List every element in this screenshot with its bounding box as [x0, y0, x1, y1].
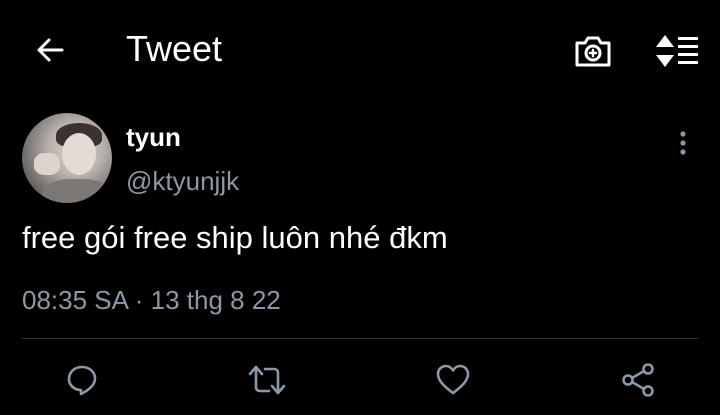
more-vertical-icon [680, 131, 686, 155]
avatar-hand [34, 153, 60, 175]
top-bar: Tweet [0, 0, 720, 100]
page-title: Tweet [126, 28, 223, 69]
arrow-left-icon [37, 38, 64, 62]
sort-icon [656, 35, 698, 67]
tweet-text: free gói free ship luôn nhé đkm [22, 220, 448, 255]
back-button[interactable] [30, 30, 70, 70]
retweet-button[interactable] [242, 355, 292, 405]
like-button[interactable] [428, 355, 478, 405]
sort-button[interactable] [652, 30, 702, 72]
avatar-face [62, 133, 96, 175]
share-icon [622, 363, 654, 397]
display-name[interactable]: tyun [126, 122, 181, 153]
avatar-shirt [42, 179, 112, 203]
retweet-icon [248, 365, 286, 395]
divider [22, 338, 698, 339]
user-handle[interactable]: @ktyunjjk [126, 166, 239, 197]
share-button[interactable] [613, 355, 663, 405]
camera-icon [575, 36, 611, 67]
reply-button[interactable] [57, 355, 107, 405]
camera-button[interactable] [572, 30, 614, 72]
action-bar [0, 355, 720, 405]
reply-icon [67, 365, 97, 396]
heart-icon [436, 364, 470, 395]
more-options-button[interactable] [668, 128, 698, 158]
avatar[interactable] [22, 113, 112, 203]
tweet-timestamp: 08:35 SA · 13 thg 8 22 [22, 285, 281, 315]
